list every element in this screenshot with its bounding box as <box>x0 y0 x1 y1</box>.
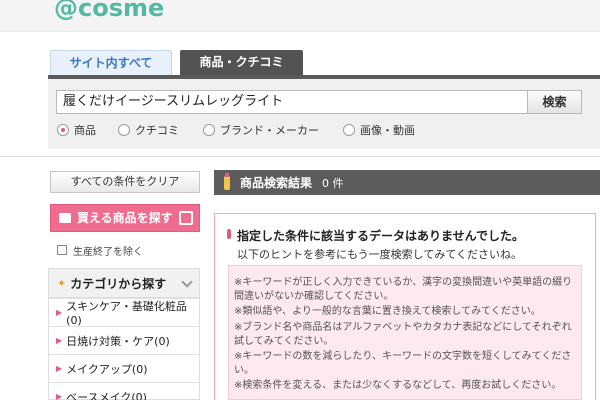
exclude-discontinued-row[interactable]: 生産終了を除く <box>57 243 143 258</box>
category-item-label: メイクアップ(0) <box>66 362 148 376</box>
sparkle-icon: ✦ <box>57 276 67 290</box>
exclude-discontinued-checkbox[interactable] <box>57 245 67 255</box>
section-divider <box>0 156 600 157</box>
hint-text: ※キーワードの数を減らしたり、キーワードの文字数を短くしてみてください。 <box>234 351 572 376</box>
search-button[interactable]: 検索 <box>527 90 582 114</box>
shopping-bag-icon <box>179 211 193 225</box>
exclude-discontinued-label: 生産終了を除く <box>73 246 143 258</box>
category-item-suncare[interactable]: ▶ 日焼け対策・ケア(0) <box>48 326 200 354</box>
find-buyable-products-button[interactable]: 買える商品を探す <box>50 204 200 232</box>
hint-text: ※検索条件を変える、または少なくするなどして、再度お試しください。 <box>234 380 562 391</box>
no-results-title: 指定した条件に該当するデータはありませんでした。 <box>237 229 525 243</box>
category-item-label: ベースメイク(0) <box>66 390 147 400</box>
radio-selected-icon[interactable] <box>57 124 69 136</box>
category-item-skincare[interactable]: ▶ スキンケア・基礎化粧品(0) <box>48 298 200 327</box>
triangle-right-icon: ▶ <box>56 364 63 373</box>
no-results-subtitle: 以下のヒントを参考にもう一度検索してみてくださいね。 <box>237 248 523 261</box>
radio-unselected-icon[interactable] <box>203 124 215 136</box>
triangle-right-icon: ▶ <box>56 392 63 400</box>
radio-unselected-icon[interactable] <box>343 124 355 136</box>
results-header-bar: 商品検索結果 0 件 <box>214 170 600 195</box>
cosmetic-bottle-icon <box>224 172 230 190</box>
checkbox-icon <box>59 213 71 223</box>
radio-label: クチコミ <box>135 124 179 137</box>
cosme-logo[interactable]: @cosme <box>54 0 164 22</box>
radio-reviews[interactable]: クチコミ <box>118 122 179 138</box>
radio-label: 商品 <box>74 124 96 137</box>
category-item-label: スキンケア・基礎化粧品(0) <box>66 300 187 327</box>
buyable-label: 買える商品を探す <box>77 211 173 225</box>
triangle-right-icon: ▶ <box>56 308 63 317</box>
category-header-label: カテゴリから探す <box>70 276 167 291</box>
results-title: 商品検索結果 <box>240 176 313 190</box>
radio-label: ブランド・メーカー <box>220 124 319 137</box>
radio-unselected-icon[interactable] <box>118 124 130 136</box>
alert-marker-icon <box>227 229 231 239</box>
tab-products-reviews[interactable]: 商品・クチコミ <box>180 50 303 75</box>
hint-text: ※類似語や、より一般的な言葉に置き換えて検索してみてください。 <box>234 306 541 317</box>
hint-text: ※ブランド名や商品名はアルファベットやカタカナ表記などにしてそれぞれ試してみてく… <box>234 322 572 347</box>
hint-text: ※キーワードが正しく入力できているか、漢字の変換間違いや英単語の綴り間違いがない… <box>234 277 573 302</box>
triangle-right-icon: ▶ <box>56 336 63 345</box>
category-header[interactable]: ✦ カテゴリから探す <box>48 268 200 298</box>
category-item-label: 日焼け対策・ケア(0) <box>66 334 170 348</box>
search-input[interactable]: 履くだけイージースリムレッグライト <box>56 90 528 114</box>
clear-all-conditions-button[interactable]: すべての条件をクリア <box>50 171 200 193</box>
tab-all-site[interactable]: サイト内すべて <box>50 50 172 75</box>
results-count: 0 件 <box>322 176 344 190</box>
category-item-base-makeup[interactable]: ▶ ベースメイク(0) <box>48 382 200 400</box>
category-item-makeup[interactable]: ▶ メイクアップ(0) <box>48 354 200 382</box>
radio-images-videos[interactable]: 画像・動画 <box>343 122 415 138</box>
radio-brand-maker[interactable]: ブランド・メーカー <box>203 122 319 138</box>
radio-label: 画像・動画 <box>360 124 415 137</box>
chevron-down-icon[interactable] <box>181 276 193 288</box>
radio-products[interactable]: 商品 <box>57 122 96 138</box>
